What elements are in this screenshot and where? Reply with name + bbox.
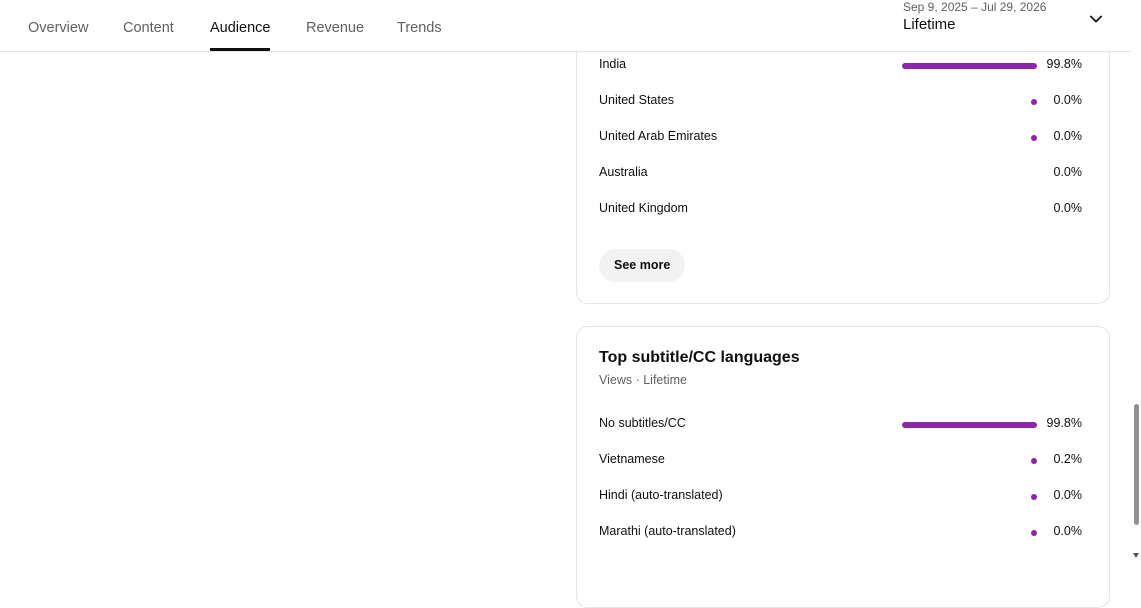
geography-bar-fill	[1031, 99, 1037, 105]
language-row: Marathi (auto-translated) 0.0%	[599, 522, 1082, 542]
language-label: No subtitles/CC	[599, 416, 686, 430]
geography-bar-fill	[1031, 135, 1037, 141]
language-bar	[902, 458, 1037, 464]
tab-revenue[interactable]: Revenue	[306, 0, 364, 51]
chevron-down-icon[interactable]	[1087, 10, 1105, 28]
language-bar-fill	[1031, 530, 1037, 536]
geography-bar-fill	[902, 63, 1037, 69]
language-bar-fill	[1031, 494, 1037, 500]
geography-value: 0.0%	[1053, 93, 1083, 107]
language-bar	[902, 422, 1037, 428]
tab-overview[interactable]: Overview	[28, 0, 88, 51]
language-value: 0.0%	[1053, 524, 1083, 538]
geography-value: 0.0%	[1053, 165, 1083, 179]
date-range-selector[interactable]: Sep 9, 2025 – Jul 29, 2026 Lifetime	[903, 0, 1113, 51]
geography-row: United Kingdom 0.0%	[599, 199, 1082, 219]
scroll-down-arrow-icon[interactable]	[1133, 553, 1139, 558]
geography-row: India 99.8%	[599, 55, 1082, 75]
language-bar-fill	[1031, 458, 1037, 464]
date-range-preset: Lifetime	[903, 16, 956, 33]
language-bar	[902, 530, 1037, 536]
language-value: 0.0%	[1053, 488, 1083, 502]
geography-label: Australia	[599, 165, 648, 179]
geography-value: 99.8%	[1046, 57, 1082, 71]
language-value: 0.2%	[1053, 452, 1083, 466]
tab-trends[interactable]: Trends	[397, 0, 442, 51]
language-label: Vietnamese	[599, 452, 665, 466]
geography-row: Australia 0.0%	[599, 163, 1082, 183]
language-label: Hindi (auto-translated)	[599, 488, 723, 502]
geography-label: United States	[599, 93, 675, 107]
scrollbar[interactable]	[1132, 0, 1141, 563]
date-range-text: Sep 9, 2025 – Jul 29, 2026	[903, 0, 1047, 14]
language-row: Hindi (auto-translated) 0.0%	[599, 486, 1082, 506]
scrollbar-thumb[interactable]	[1134, 404, 1139, 525]
language-label: Marathi (auto-translated)	[599, 524, 736, 538]
language-bar-fill	[902, 422, 1037, 428]
top-subtitle-languages-card: Top subtitle/CC languages Views · Lifeti…	[576, 326, 1110, 608]
language-row: Vietnamese 0.2%	[599, 450, 1082, 470]
geography-bar	[902, 63, 1037, 69]
geography-row: United Arab Emirates 0.0%	[599, 127, 1082, 147]
tab-content[interactable]: Content	[123, 0, 174, 51]
language-value: 99.8%	[1046, 416, 1082, 430]
geography-label: United Arab Emirates	[599, 129, 718, 143]
geography-label: India	[599, 57, 627, 71]
geography-value: 0.0%	[1053, 201, 1083, 215]
language-row: No subtitles/CC 99.8%	[599, 414, 1082, 434]
geography-label: United Kingdom	[599, 201, 688, 215]
card-title: Top subtitle/CC languages	[599, 349, 800, 366]
geography-value: 0.0%	[1053, 129, 1083, 143]
geography-bar	[902, 207, 1037, 213]
analytics-tab-bar: Overview Content Audience Revenue Trends…	[0, 0, 1132, 52]
tab-audience[interactable]: Audience	[210, 0, 271, 51]
card-subtitle: Views · Lifetime	[599, 373, 687, 387]
geography-bar	[902, 99, 1037, 105]
geography-row: United States 0.0%	[599, 91, 1082, 111]
language-bar	[902, 494, 1037, 500]
geography-bar	[902, 171, 1037, 177]
see-more-button[interactable]: See more	[599, 249, 686, 282]
geography-bar	[902, 135, 1037, 141]
